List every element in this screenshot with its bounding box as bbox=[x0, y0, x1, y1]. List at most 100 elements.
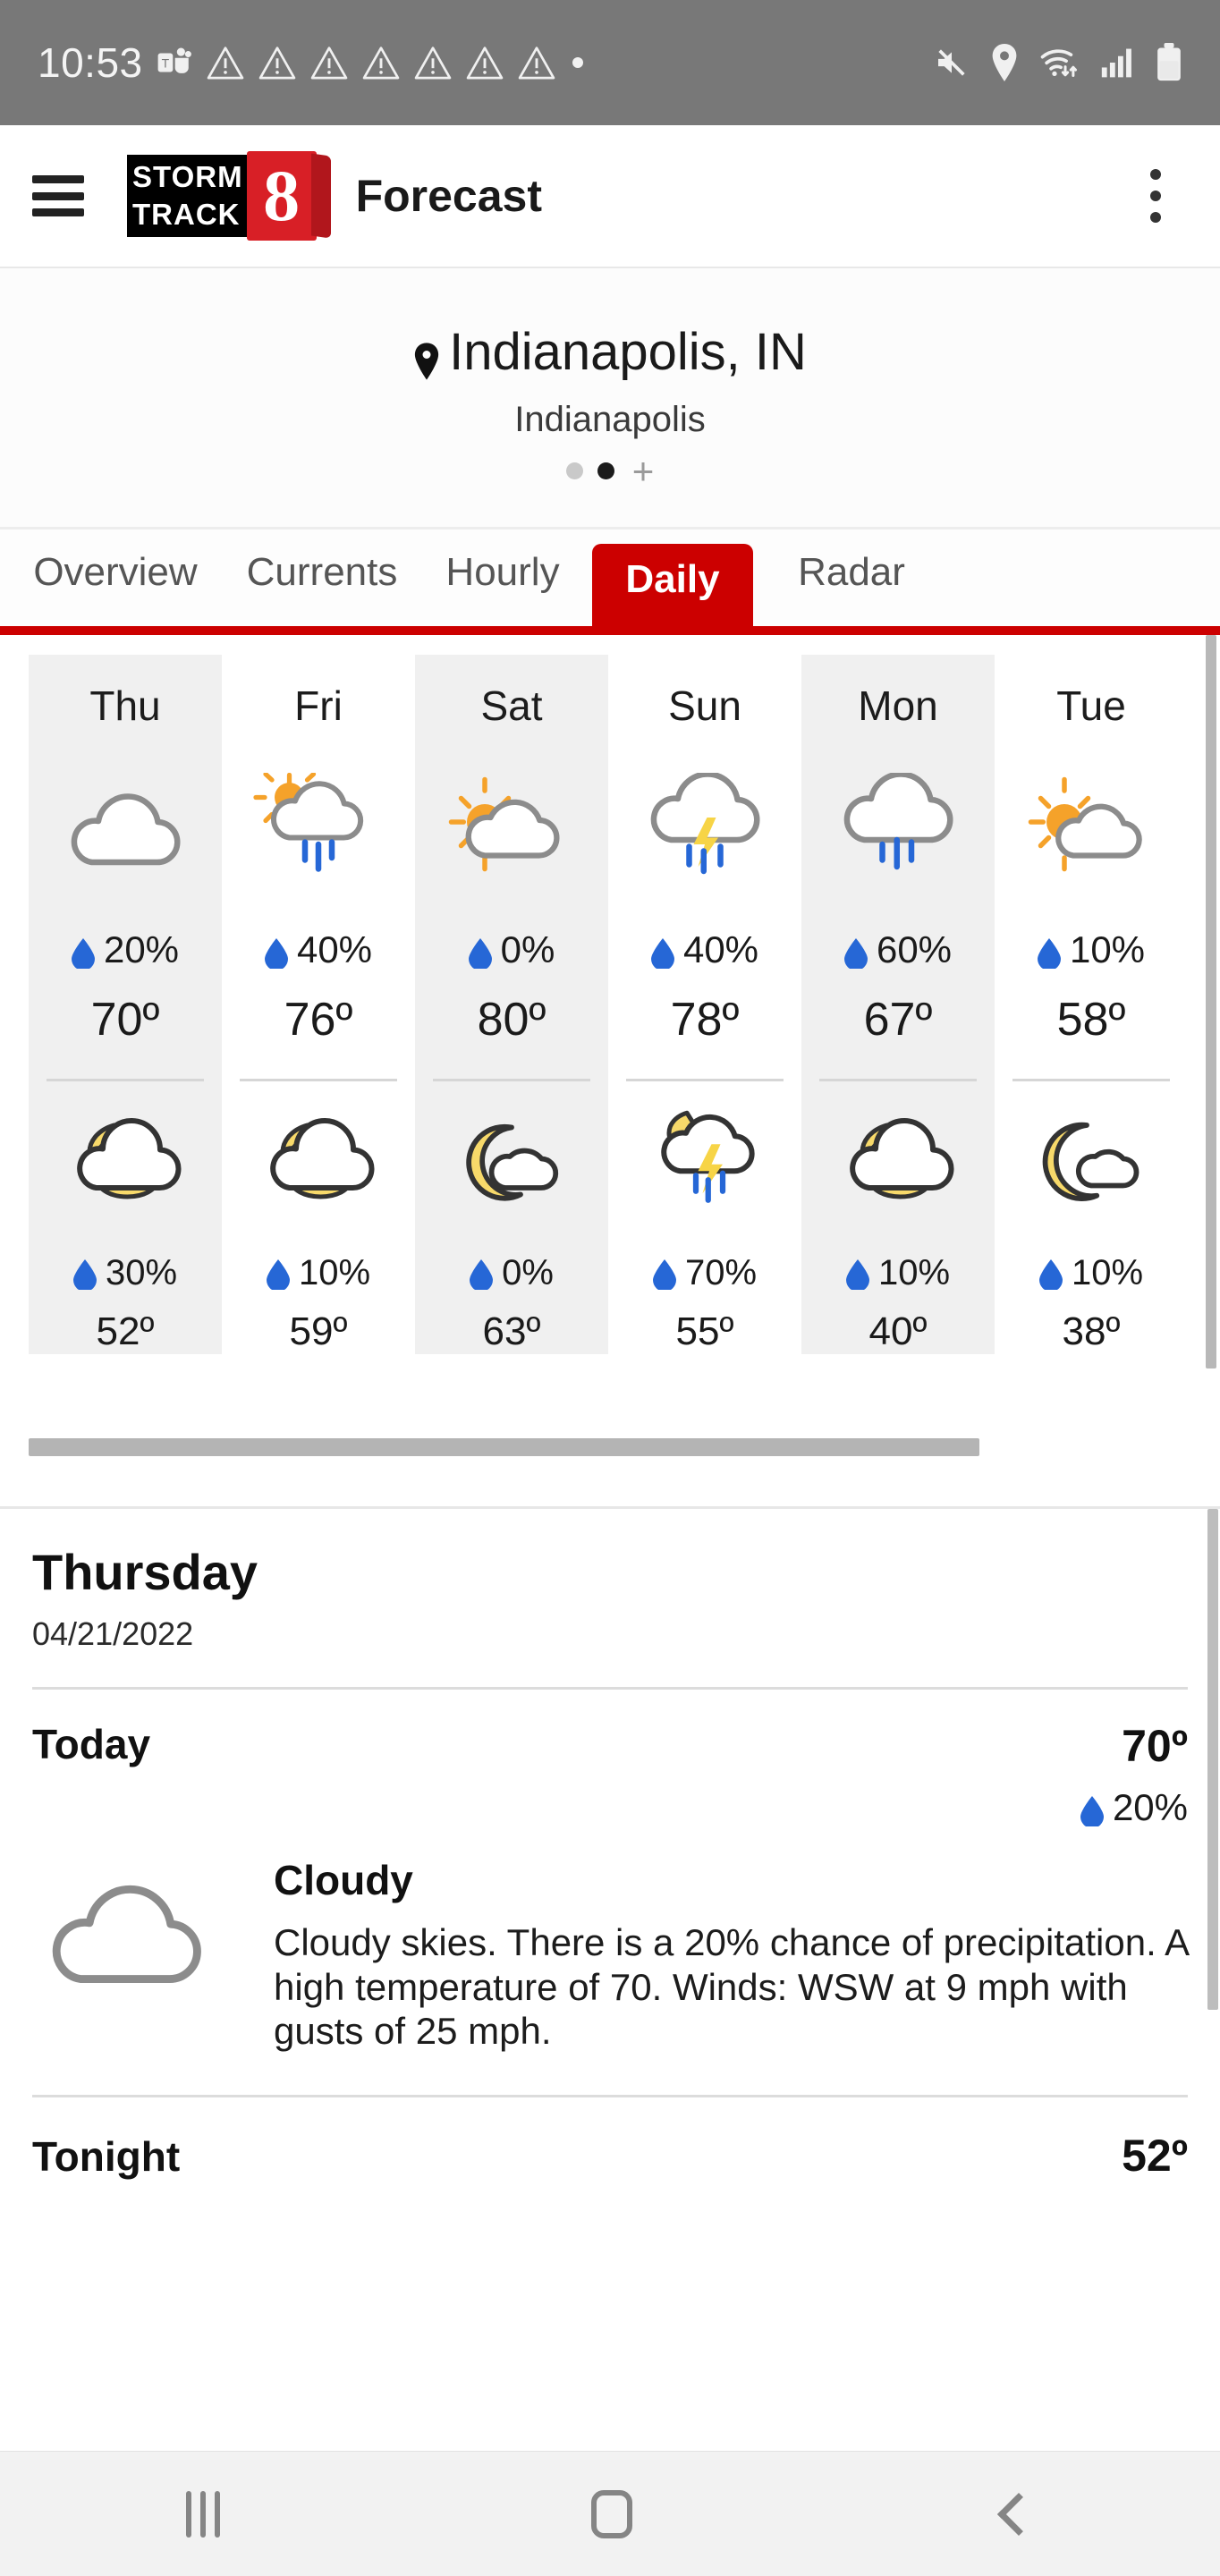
card-pop: 0% bbox=[468, 928, 555, 971]
recents-icon[interactable] bbox=[185, 2490, 220, 2538]
warning-icon bbox=[258, 45, 297, 80]
water-drop-icon bbox=[264, 935, 288, 970]
kebab-menu-icon[interactable] bbox=[1150, 169, 1161, 223]
day-detail-panel: Thursday 04/21/2022 Today 70º 20% Cloudy… bbox=[0, 1506, 1220, 2451]
cellular-signal-icon bbox=[1100, 46, 1136, 80]
page-title: Forecast bbox=[355, 171, 542, 221]
water-drop-icon bbox=[71, 935, 95, 970]
card-high-temp: 58º bbox=[1056, 994, 1126, 1046]
tab-radar[interactable]: Radar bbox=[753, 530, 950, 635]
location-title-row[interactable]: Indianapolis, IN bbox=[413, 322, 807, 382]
today-pop-value: 20% bbox=[1112, 1786, 1188, 1828]
card-divider bbox=[1012, 1079, 1170, 1081]
tab-active-underline bbox=[0, 626, 1220, 635]
warning-icon bbox=[361, 45, 401, 80]
card-high-temp: 70º bbox=[90, 994, 160, 1046]
status-time: 10:53 bbox=[38, 39, 143, 86]
today-condition: Cloudy bbox=[274, 1857, 413, 1903]
forecast-card[interactable]: Sun 40% 78º 70% 55º bbox=[608, 655, 801, 1354]
card-divider bbox=[433, 1079, 590, 1081]
water-drop-icon bbox=[266, 1258, 290, 1292]
sun-cloud-icon bbox=[1024, 755, 1158, 898]
detail-vertical-scrollbar[interactable] bbox=[1207, 1509, 1218, 2010]
status-bar: 10:53 T bbox=[0, 0, 1220, 125]
card-pop: 60% bbox=[843, 928, 953, 971]
card-day-label: Sat bbox=[480, 682, 543, 729]
tab-list: Overview Currents Hourly Daily Radar bbox=[0, 530, 1220, 635]
card-pop-value: 60% bbox=[876, 928, 953, 970]
tab-overview[interactable]: Overview bbox=[0, 530, 231, 635]
tonight-label: Tonight bbox=[32, 2132, 181, 2180]
forecast-card[interactable]: Mon 60% 67º 10% 40º bbox=[801, 655, 995, 1354]
card-night-pop-value: 10% bbox=[298, 1253, 371, 1292]
water-drop-icon bbox=[72, 1258, 97, 1292]
card-pop: 40% bbox=[264, 928, 372, 971]
back-icon[interactable] bbox=[997, 2492, 1041, 2536]
pager-dot-2-active[interactable] bbox=[597, 462, 614, 479]
notification-dot-icon bbox=[572, 57, 583, 68]
water-drop-icon bbox=[650, 935, 674, 970]
card-low-temp: 52º bbox=[96, 1309, 155, 1353]
tab-bar: Overview Currents Hourly Daily Radar bbox=[0, 530, 1220, 635]
forecast-card[interactable]: Fri 40% 76º 10% 59º bbox=[222, 655, 415, 1354]
daily-forecast-strip[interactable]: Thu 20% 70º 30% 52º Fri 40% 76º 10% 59º … bbox=[0, 635, 1220, 1506]
card-night-pop: 10% bbox=[1038, 1253, 1144, 1293]
water-drop-icon bbox=[652, 1258, 676, 1292]
warning-icon bbox=[309, 45, 349, 80]
water-drop-icon bbox=[468, 935, 492, 970]
warning-icon bbox=[465, 45, 504, 80]
tab-hourly[interactable]: Hourly bbox=[413, 530, 592, 635]
today-body: Cloudy Cloudy skies. There is a 20% chan… bbox=[32, 1856, 1188, 2054]
phone-screen: 10:53 T STORM TRACK 8 Forecast Indianapo… bbox=[0, 0, 1220, 2576]
logo-line-track: TRACK bbox=[132, 198, 241, 231]
sun-cloud-icon bbox=[445, 755, 579, 898]
cloud-thunderstorm-icon bbox=[638, 755, 772, 898]
forecast-card-list: Thu 20% 70º 30% 52º Fri 40% 76º 10% 59º … bbox=[0, 635, 1220, 1354]
card-divider bbox=[819, 1079, 977, 1081]
home-icon[interactable] bbox=[590, 2489, 632, 2538]
forecast-card[interactable]: Tue 10% 58º 10% 38º bbox=[995, 655, 1188, 1354]
card-night-pop-value: 30% bbox=[105, 1253, 178, 1292]
card-low-temp: 59º bbox=[289, 1309, 348, 1353]
card-pop-value: 40% bbox=[682, 928, 759, 970]
card-pop: 20% bbox=[71, 928, 180, 971]
forecast-card[interactable]: Thu 20% 70º 30% 52º bbox=[29, 655, 222, 1354]
horizontal-scrollbar[interactable] bbox=[29, 1438, 979, 1456]
card-night-pop: 10% bbox=[266, 1253, 371, 1293]
moon-cloud-icon bbox=[831, 1094, 965, 1228]
add-location-button[interactable]: + bbox=[632, 452, 655, 489]
forecast-card[interactable]: Sat 0% 80º 0% 63º bbox=[415, 655, 608, 1354]
android-nav-bar bbox=[0, 2451, 1220, 2576]
card-divider bbox=[626, 1079, 784, 1081]
card-day-label: Thu bbox=[89, 682, 161, 729]
pager-dot-1[interactable] bbox=[565, 462, 583, 479]
vertical-scrollbar[interactable] bbox=[1206, 635, 1216, 1368]
status-bar-left: 10:53 T bbox=[38, 38, 934, 87]
card-night-pop-value: 0% bbox=[502, 1253, 554, 1292]
cloudy-icon bbox=[58, 755, 192, 898]
tab-daily[interactable]: Daily bbox=[592, 544, 753, 635]
card-night-pop-value: 10% bbox=[1071, 1253, 1144, 1292]
card-night-pop: 70% bbox=[652, 1253, 757, 1293]
moon-cloud-icon bbox=[58, 1094, 192, 1228]
warning-icon bbox=[413, 45, 453, 80]
location-pager[interactable]: + bbox=[565, 452, 655, 489]
warning-icon bbox=[206, 45, 245, 80]
card-pop-value: 20% bbox=[103, 928, 180, 970]
detail-divider-2 bbox=[32, 2094, 1188, 2097]
card-pop-value: 10% bbox=[1069, 928, 1146, 970]
card-divider bbox=[47, 1079, 204, 1081]
card-low-temp: 55º bbox=[675, 1309, 734, 1353]
today-label: Today bbox=[32, 1721, 151, 1767]
card-pop-value: 0% bbox=[500, 928, 555, 970]
hamburger-menu-icon[interactable] bbox=[32, 175, 84, 216]
logo-eight-text: 8 bbox=[263, 155, 301, 236]
tab-currents[interactable]: Currents bbox=[231, 530, 413, 635]
water-drop-icon bbox=[843, 935, 868, 970]
card-low-temp: 63º bbox=[482, 1309, 541, 1353]
sun-cloud-rain-icon bbox=[251, 755, 385, 898]
card-high-temp: 78º bbox=[670, 994, 740, 1046]
card-divider bbox=[240, 1079, 397, 1081]
location-subname: Indianapolis bbox=[514, 399, 706, 439]
today-pop: 20% bbox=[1080, 1786, 1188, 1829]
